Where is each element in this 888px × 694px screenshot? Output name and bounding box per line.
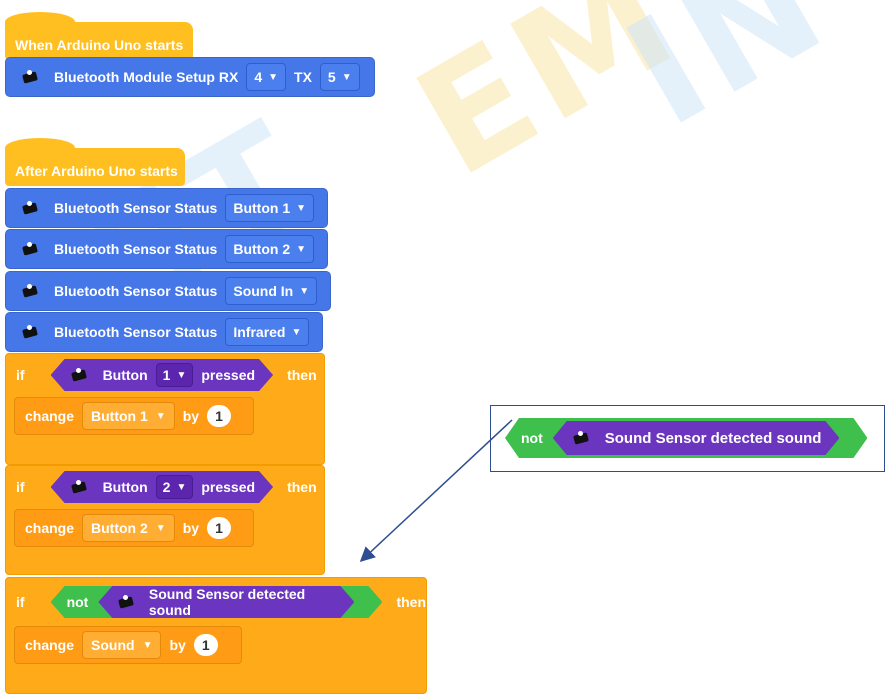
- bluetooth-module-icon: [69, 479, 89, 495]
- not-operator-block[interactable]: not Sound Sensor detected sound: [505, 418, 867, 458]
- status-label: Bluetooth Sensor Status: [54, 241, 218, 257]
- button-pressed-condition[interactable]: Button 1 ▼ pressed: [51, 359, 274, 391]
- sound-sensor-icon: [116, 594, 135, 610]
- chevron-down-icon: ▼: [155, 410, 166, 422]
- change-amount-input[interactable]: 1: [207, 517, 232, 539]
- status-label: Bluetooth Sensor Status: [54, 324, 218, 340]
- chevron-down-icon: ▼: [155, 522, 166, 534]
- then-keyword: then: [396, 594, 426, 610]
- button-pressed-condition[interactable]: Button 2 ▼ pressed: [51, 471, 274, 503]
- bluetooth-module-icon: [20, 69, 40, 85]
- if-keyword: if: [16, 479, 25, 495]
- chevron-down-icon: ▼: [296, 243, 307, 255]
- if-keyword: if: [16, 367, 25, 383]
- change-amount-input[interactable]: 1: [207, 405, 232, 427]
- bluetooth-status-block[interactable]: Bluetooth Sensor Status Button 2 ▼: [5, 229, 328, 269]
- status-option-dropdown[interactable]: Button 2 ▼: [225, 235, 315, 263]
- callout-box: not Sound Sensor detected sound: [490, 405, 885, 472]
- bluetooth-status-block[interactable]: Bluetooth Sensor Status Infrared ▼: [5, 312, 323, 352]
- bluetooth-setup-block[interactable]: Bluetooth Module Setup RX 4 ▼ TX 5 ▼: [5, 57, 375, 97]
- chevron-down-icon: ▼: [299, 285, 310, 297]
- bluetooth-module-icon: [20, 241, 40, 257]
- chevron-down-icon: ▼: [176, 369, 187, 381]
- hat-label: After Arduino Uno starts: [15, 163, 178, 179]
- if-block[interactable]: if not Sound Sensor detected sound then …: [5, 577, 427, 694]
- bluetooth-status-block[interactable]: Bluetooth Sensor Status Button 1 ▼: [5, 188, 328, 228]
- variable-dropdown[interactable]: Button 2 ▼: [82, 514, 175, 542]
- chevron-down-icon: ▼: [268, 71, 279, 83]
- status-option-dropdown[interactable]: Sound In ▼: [225, 277, 318, 305]
- change-variable-block[interactable]: change Button 1 ▼ by 1: [14, 397, 254, 435]
- chevron-down-icon: ▼: [291, 326, 302, 338]
- bluetooth-module-icon: [20, 200, 40, 216]
- if-keyword: if: [16, 594, 25, 610]
- then-keyword: then: [287, 367, 317, 383]
- change-amount-input[interactable]: 1: [193, 634, 218, 656]
- hat-label: When Arduino Uno starts: [15, 37, 184, 53]
- bluetooth-module-icon: [20, 324, 40, 340]
- change-variable-block[interactable]: change Sound ▼ by 1: [14, 626, 242, 664]
- button-number-dropdown[interactable]: 1 ▼: [156, 363, 194, 387]
- bluetooth-status-block[interactable]: Bluetooth Sensor Status Sound In ▼: [5, 271, 331, 311]
- status-option-dropdown[interactable]: Infrared ▼: [225, 318, 310, 346]
- if-block[interactable]: if Button 2 ▼ pressed then change Button …: [5, 465, 325, 575]
- after-start-hat-block[interactable]: After Arduino Uno starts: [5, 138, 185, 186]
- if-block[interactable]: if Button 1 ▼ pressed then change Button …: [5, 353, 325, 465]
- chevron-down-icon: ▼: [176, 481, 187, 493]
- button-number-dropdown[interactable]: 2 ▼: [156, 475, 194, 499]
- status-option-dropdown[interactable]: Button 1 ▼: [225, 194, 315, 222]
- variable-dropdown[interactable]: Button 1 ▼: [82, 402, 175, 430]
- chevron-down-icon: ▼: [341, 71, 352, 83]
- not-operator-block[interactable]: not Sound Sensor detected sound: [51, 586, 383, 618]
- rx-pin-dropdown[interactable]: 4 ▼: [246, 63, 287, 91]
- chevron-down-icon: ▼: [142, 639, 153, 651]
- bluetooth-module-icon: [69, 367, 89, 383]
- change-variable-block[interactable]: change Button 2 ▼ by 1: [14, 509, 254, 547]
- then-keyword: then: [287, 479, 317, 495]
- when-start-hat-block[interactable]: When Arduino Uno starts: [5, 12, 193, 60]
- variable-dropdown[interactable]: Sound ▼: [82, 631, 162, 659]
- status-label: Bluetooth Sensor Status: [54, 200, 218, 216]
- sound-detected-condition[interactable]: Sound Sensor detected sound: [553, 421, 840, 455]
- bluetooth-module-icon: [20, 283, 40, 299]
- chevron-down-icon: ▼: [296, 202, 307, 214]
- setup-label: Bluetooth Module Setup RX: [54, 69, 239, 85]
- tx-pin-dropdown[interactable]: 5 ▼: [319, 63, 360, 91]
- sound-detected-condition[interactable]: Sound Sensor detected sound: [98, 586, 354, 618]
- status-label: Bluetooth Sensor Status: [54, 283, 218, 299]
- sound-sensor-icon: [571, 430, 591, 446]
- tx-label: TX: [294, 69, 312, 85]
